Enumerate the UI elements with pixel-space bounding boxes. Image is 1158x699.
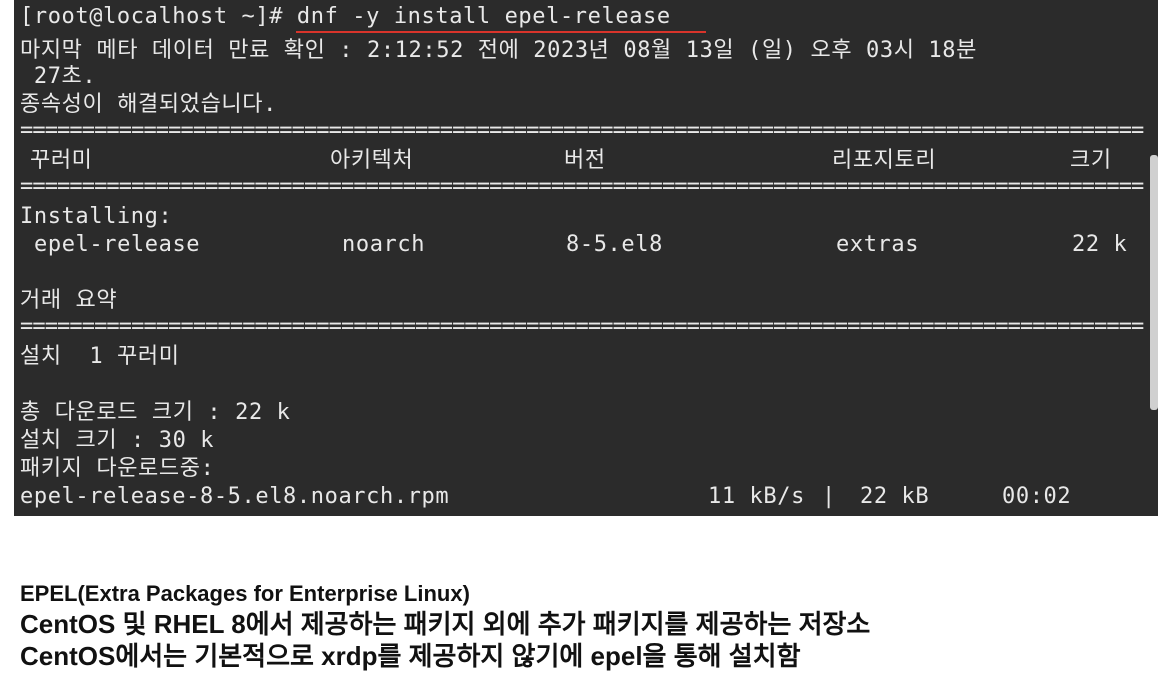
install-count: 설치 1 꾸러미 (20, 344, 180, 369)
shell-prompt: [root@localhost ~]# (20, 4, 297, 29)
install-size: 설치 크기 : 30 k (20, 428, 215, 453)
total-download-size: 총 다운로드 크기 : 22 k (20, 400, 291, 425)
download-size: 22 kB (860, 484, 930, 509)
package-version: 8-5.el8 (566, 232, 663, 257)
header-version: 버전 (564, 148, 606, 173)
terminal-window[interactable]: [root@localhost ~]# dnf -y install epel-… (14, 0, 1158, 516)
transaction-summary: 거래 요약 (20, 288, 118, 313)
separator-top: ========================================… (20, 118, 1144, 143)
dependency-status: 종속성이 해결되었습니다. (20, 92, 277, 117)
downloading-label: 패키지 다운로드중: (20, 456, 215, 481)
download-file: epel-release-8-5.el8.noarch.rpm (20, 484, 450, 509)
header-size: 크기 (1070, 148, 1112, 173)
separator-header: ========================================… (20, 174, 1144, 199)
header-arch: 아키텍처 (330, 148, 414, 173)
command-line: [root@localhost ~]# dnf -y install epel-… (20, 4, 671, 30)
download-separator: | (822, 484, 836, 509)
metadata-line: 마지막 메타 데이터 만료 확인 : 2:12:52 전에 2023년 08월 … (20, 38, 977, 63)
note-epel-title: EPEL(Extra Packages for Enterprise Linux… (20, 581, 470, 606)
header-package: 꾸러미 (30, 148, 93, 173)
description-notes: EPEL(Extra Packages for Enterprise Linux… (20, 580, 1150, 672)
metadata-line-continued: 27초. (20, 64, 97, 89)
note-epel-description: CentOS 및 RHEL 8에서 제공하는 패키지 외에 추가 패키지를 제공… (20, 609, 871, 639)
package-repository: extras (836, 232, 920, 257)
installing-label: Installing: (20, 204, 173, 229)
download-speed: 11 kB/s (708, 484, 805, 509)
package-size: 22 k (1072, 232, 1128, 257)
download-time: 00:02 (1002, 484, 1072, 509)
command-text: dnf -y install epel-release (296, 4, 671, 29)
terminal-scrollbar[interactable] (1150, 155, 1158, 410)
command-underline (296, 31, 706, 33)
package-name: epel-release (34, 232, 201, 257)
separator-summary: ========================================… (20, 314, 1144, 339)
note-epel-usage: CentOS에서는 기본적으로 xrdp를 제공하지 않기에 epel을 통해 … (20, 641, 801, 671)
header-repository: 리포지토리 (832, 148, 937, 173)
package-arch: noarch (342, 232, 426, 257)
